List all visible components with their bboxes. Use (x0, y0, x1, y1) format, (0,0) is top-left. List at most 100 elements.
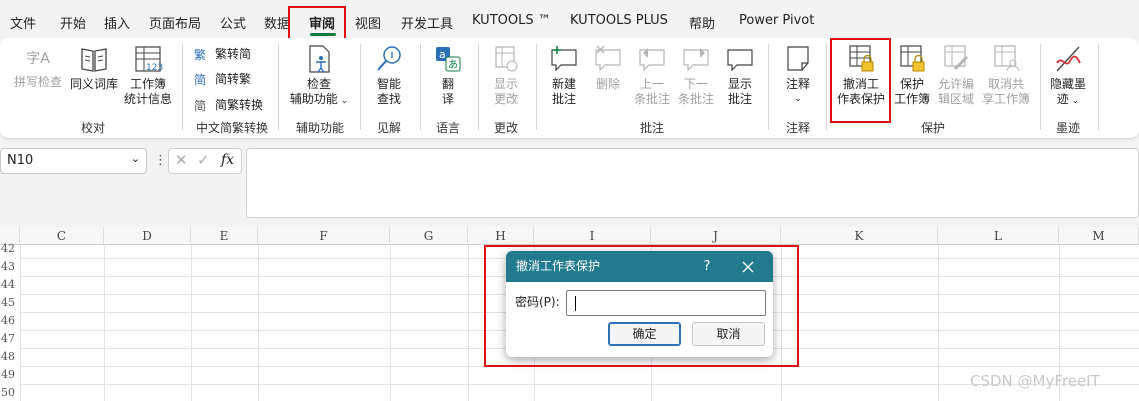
unshare-workbook-button[interactable]: 取消共 享工作簿 (980, 43, 1032, 107)
chinese-convert-button[interactable]: 简 简繁转换 (194, 96, 263, 113)
row-header[interactable]: 46 (0, 313, 20, 329)
separator (1098, 44, 1099, 130)
accessibility-label-2: 辅助功能 (289, 92, 338, 106)
name-box[interactable]: N10 ⌄ (0, 148, 147, 174)
watermark: CSDN @MyFreeIT (970, 372, 1100, 390)
cancel-icon[interactable]: ✕ (175, 151, 188, 169)
unshare-label-2: 享工作簿 (981, 92, 1030, 106)
next-comment-label-2: 条批注 (677, 92, 714, 106)
tab-file[interactable]: 文件 (10, 13, 36, 32)
insert-function-icon[interactable]: fx (221, 152, 234, 168)
group-chinese-conversion-label: 中文简繁转换 (195, 121, 268, 135)
delete-comment-label: 删除 (595, 77, 620, 91)
translate-label-1: 翻 (441, 77, 454, 91)
tab-data[interactable]: 数据 (264, 13, 290, 32)
new-comment-label-2: 批注 (551, 92, 576, 106)
row-header[interactable]: 47 (0, 331, 20, 347)
separator (182, 44, 183, 130)
tab-help[interactable]: 帮助 (689, 13, 715, 32)
next-comment-icon (683, 48, 709, 72)
gridline (191, 245, 192, 401)
formula-input[interactable] (246, 148, 1139, 218)
column-header[interactable]: M (1059, 227, 1139, 245)
group-language-label: 语言 (435, 121, 460, 135)
column-header[interactable]: I (534, 227, 651, 245)
column-header[interactable]: L (938, 227, 1059, 245)
tab-home[interactable]: 开始 (60, 13, 86, 32)
chevron-down-icon: ⌄ (130, 152, 140, 165)
column-header[interactable]: H (468, 227, 534, 245)
column-header[interactable]: F (258, 227, 390, 245)
row-header[interactable]: 48 (0, 349, 20, 365)
dialog-highlight (484, 245, 799, 367)
row-header[interactable]: 42 (0, 241, 20, 257)
column-header[interactable]: C (20, 227, 104, 245)
trad-to-simp-label: 繁转简 (215, 47, 252, 61)
svg-text:a: a (439, 48, 446, 61)
workbook-stats-icon: 123 (135, 46, 163, 73)
hide-ink-label-1: 隐藏墨 (1049, 77, 1086, 91)
tab-power-pivot[interactable]: Power Pivot (739, 13, 814, 28)
smart-lookup-button[interactable]: 智能 查找 (366, 43, 412, 107)
column-header[interactable]: J (651, 227, 781, 245)
tab-page-layout[interactable]: 页面布局 (149, 13, 201, 32)
allow-edit-ranges-button[interactable]: 允许编 辑区域 (934, 43, 978, 107)
tab-insert[interactable]: 插入 (104, 13, 130, 32)
name-box-value: N10 (7, 153, 34, 168)
column-header[interactable]: K (781, 227, 938, 245)
translate-button[interactable]: a あ 翻 译 (428, 43, 468, 107)
workbook-stats-button[interactable]: 123 工作簿 统计信息 (120, 43, 176, 107)
tab-kutools-plus[interactable]: KUTOOLS PLUS (570, 13, 668, 28)
show-comments-button[interactable]: 显示 批注 (720, 43, 760, 107)
show-changes-button[interactable]: 显示 更改 (486, 43, 526, 107)
previous-comment-button[interactable]: 上一 条批注 (630, 43, 674, 107)
column-header[interactable]: G (390, 227, 468, 245)
previous-comment-icon (639, 48, 665, 72)
group-notes-label: 注释 (785, 121, 810, 135)
new-comment-button[interactable]: 新建 批注 (542, 43, 586, 107)
row-header[interactable]: 45 (0, 295, 20, 311)
spell-check-icon: 字A (26, 51, 50, 67)
tab-formulas[interactable]: 公式 (220, 13, 246, 32)
protect-workbook-icon (900, 45, 925, 72)
thesaurus-label: 同义词库 (69, 77, 118, 91)
unprotect-sheet-highlight (830, 38, 891, 123)
previous-comment-label-2: 条批注 (633, 92, 670, 106)
row-header[interactable]: 50 (0, 385, 20, 401)
tab-kutools[interactable]: KUTOOLS ™ (472, 13, 551, 28)
more-options-icon[interactable]: ⋮ (154, 153, 167, 168)
check-accessibility-button[interactable]: 检查 辅助功能 ⌄ (286, 43, 352, 109)
delete-comment-button[interactable]: 删除 (588, 43, 628, 92)
notes-button[interactable]: 注释 ⌄ (776, 43, 820, 107)
protect-workbook-button[interactable]: 保护 工作簿 (890, 43, 934, 107)
formula-buttons: ✕ ✓ fx (168, 148, 242, 174)
gridline (938, 245, 939, 401)
accessibility-label-1: 检查 (306, 77, 331, 91)
thesaurus-button[interactable]: 同义词库 (68, 43, 120, 92)
translate-label-2: 译 (441, 92, 454, 106)
row-header[interactable]: 44 (0, 277, 20, 293)
group-changes-label: 更改 (493, 121, 518, 135)
group-ink-label: 墨迹 (1055, 121, 1080, 135)
row-header[interactable]: 43 (0, 259, 20, 275)
svg-text:简: 简 (194, 73, 206, 87)
column-header[interactable]: D (104, 227, 191, 245)
tab-developer[interactable]: 开发工具 (401, 13, 453, 32)
simp-to-trad-button[interactable]: 简 简转繁 (194, 70, 251, 87)
separator (536, 44, 537, 130)
notes-label: 注释 (785, 77, 810, 91)
allow-edit-label-1: 允许编 (937, 77, 974, 91)
tab-view[interactable]: 视图 (355, 13, 381, 32)
new-comment-icon (551, 46, 577, 72)
enter-icon[interactable]: ✓ (197, 151, 210, 169)
unshare-label-1: 取消共 (987, 77, 1024, 91)
hide-ink-button[interactable]: 隐藏墨 迹 ⌄ (1046, 43, 1090, 109)
trad-to-simp-button[interactable]: 繁 繁转简 (194, 45, 251, 62)
next-comment-button[interactable]: 下一 条批注 (674, 43, 718, 107)
allow-edit-label-2: 辑区域 (937, 92, 974, 106)
spell-check-button[interactable]: 字A 拼写检查 (12, 43, 64, 90)
column-header[interactable]: E (191, 227, 258, 245)
show-comments-label-1: 显示 (727, 77, 752, 91)
row-header[interactable]: 49 (0, 367, 20, 383)
workbook-stats-label-1: 工作簿 (129, 77, 166, 91)
